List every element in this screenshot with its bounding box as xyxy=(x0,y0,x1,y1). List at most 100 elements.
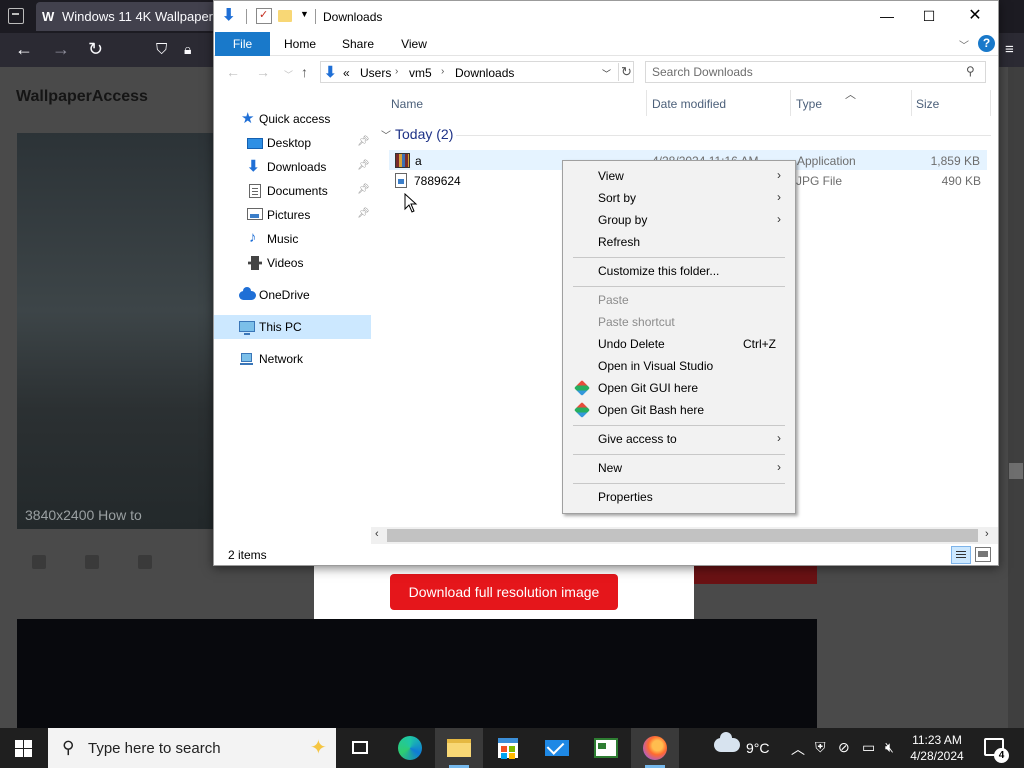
network-disconnected-icon[interactable]: ⊘ xyxy=(838,739,850,756)
menu-item-paste-shortcut[interactable]: Paste shortcut xyxy=(565,311,793,333)
taskbar-news[interactable] xyxy=(582,728,630,768)
taskbar-firefox[interactable] xyxy=(631,728,679,768)
column-header-date-modified[interactable]: Date modified xyxy=(652,97,726,111)
twitter-icon[interactable] xyxy=(138,555,152,569)
new-folder-icon[interactable] xyxy=(278,10,292,22)
column-divider[interactable] xyxy=(790,90,791,116)
tab-home[interactable]: Home xyxy=(276,32,324,56)
pin-icon[interactable]: 📌︎ xyxy=(357,136,370,147)
group-header-today[interactable]: ﹀ Today (2) xyxy=(381,126,453,142)
large-icons-view-icon[interactable] xyxy=(975,547,991,562)
menu-item-new[interactable]: New › xyxy=(565,457,793,479)
forward-icon[interactable]: → xyxy=(256,64,270,80)
collapse-group-icon[interactable]: ﹀ xyxy=(381,131,391,142)
page-scrollbar-thumb[interactable] xyxy=(1009,463,1023,479)
breadcrumb-overflow[interactable]: « xyxy=(343,66,350,80)
breadcrumb-vm5[interactable]: vm5 xyxy=(409,66,432,80)
column-header-type[interactable]: Type xyxy=(796,97,822,111)
properties-icon[interactable] xyxy=(256,8,272,24)
pin-icon[interactable]: 📌︎ xyxy=(357,184,370,195)
help-icon[interactable]: ? xyxy=(978,35,995,52)
breadcrumb-separator-icon[interactable]: › xyxy=(441,66,444,77)
taskbar-search-box[interactable]: ⚲ Type here to search ✦ xyxy=(48,728,336,768)
customize-toolbar-icon[interactable]: ▼ xyxy=(300,9,316,25)
wallpaper-thumbnail[interactable] xyxy=(17,619,817,728)
browser-tab[interactable]: W Windows 11 4K Wallpapers - xyxy=(36,2,216,31)
sidebar-item-network[interactable]: Network xyxy=(214,347,371,371)
column-divider[interactable] xyxy=(646,90,647,116)
menu-item-paste[interactable]: Paste xyxy=(565,289,793,311)
pin-icon[interactable]: 📌︎ xyxy=(357,160,370,171)
wallpaper-image[interactable] xyxy=(17,133,217,529)
search-input[interactable] xyxy=(652,65,952,79)
horizontal-scrollbar[interactable]: ‹ › xyxy=(371,527,998,544)
menu-item-customize-folder[interactable]: Customize this folder... xyxy=(565,260,793,282)
facebook-icon[interactable] xyxy=(32,555,46,569)
scroll-left-icon[interactable]: ‹ xyxy=(375,528,379,540)
menu-icon[interactable]: ≡ xyxy=(1005,41,1014,58)
menu-item-refresh[interactable]: Refresh xyxy=(565,231,793,253)
column-header-size[interactable]: Size xyxy=(916,97,939,111)
forward-icon[interactable]: → xyxy=(52,39,70,60)
menu-item-view[interactable]: View › xyxy=(565,165,793,187)
show-hidden-icons-icon[interactable]: ︿ xyxy=(791,739,805,759)
recent-locations-icon[interactable]: ﹀ xyxy=(284,68,293,81)
sidebar-item-desktop[interactable]: Desktop 📌︎ xyxy=(214,131,371,155)
address-history-icon[interactable]: ﹀ xyxy=(602,67,611,80)
sidebar-item-music[interactable]: ♪ Music xyxy=(214,227,371,251)
pinterest-icon[interactable] xyxy=(85,555,99,569)
weather-cloud-icon[interactable] xyxy=(714,732,740,752)
menu-item-properties[interactable]: Properties xyxy=(565,486,793,508)
horizontal-scrollbar-thumb[interactable] xyxy=(387,529,978,542)
sidebar-item-videos[interactable]: Videos xyxy=(214,251,371,275)
sidebar-item-documents[interactable]: Documents 📌︎ xyxy=(214,179,371,203)
breadcrumb-downloads[interactable]: Downloads xyxy=(455,66,514,80)
tab-view[interactable]: View xyxy=(390,32,438,56)
windows-start-icon[interactable] xyxy=(15,740,32,757)
menu-item-git-bash[interactable]: Open Git Bash here xyxy=(565,399,793,421)
up-icon[interactable]: ↑ xyxy=(301,64,308,80)
back-icon[interactable]: ← xyxy=(226,64,240,80)
taskbar-clock[interactable]: 11:23 AM 4/28/2024 xyxy=(906,732,968,764)
back-icon[interactable]: ← xyxy=(15,39,33,60)
background-download-button[interactable] xyxy=(694,565,817,584)
search-box[interactable]: ⚲ xyxy=(645,61,986,83)
sidebar-item-downloads[interactable]: ⬇ Downloads 📌︎ xyxy=(214,155,371,179)
explorer-title-bar[interactable]: ⬇ ▼ Downloads — ☐ ✕ xyxy=(214,1,998,32)
site-title[interactable]: WallpaperAccess xyxy=(16,88,148,106)
menu-item-group-by[interactable]: Group by › xyxy=(565,209,793,231)
taskbar-file-explorer[interactable] xyxy=(435,728,483,768)
column-header-name[interactable]: Name xyxy=(391,97,423,111)
pin-icon[interactable]: 📌︎ xyxy=(357,208,370,219)
search-highlight-icon[interactable]: ✦ xyxy=(310,735,327,760)
tab-file[interactable]: File xyxy=(215,32,270,56)
menu-item-give-access[interactable]: Give access to › xyxy=(565,428,793,450)
sidebar-item-onedrive[interactable]: OneDrive xyxy=(214,283,371,307)
menu-item-sort-by[interactable]: Sort by › xyxy=(565,187,793,209)
security-shield-icon[interactable]: ⛨ xyxy=(815,739,826,756)
display-icon[interactable]: ▭ xyxy=(862,739,875,756)
lock-icon[interactable]: 🔒︎ xyxy=(184,41,191,58)
menu-item-open-visual-studio[interactable]: Open in Visual Studio xyxy=(565,355,793,377)
taskbar-mail[interactable] xyxy=(533,728,581,768)
download-full-resolution-button[interactable]: Download full resolution image xyxy=(390,574,618,610)
page-scrollbar[interactable] xyxy=(1008,67,1024,728)
sidebar-item-pictures[interactable]: Pictures 📌︎ xyxy=(214,203,371,227)
breadcrumb-separator-icon[interactable]: › xyxy=(395,66,398,77)
tracking-shield-icon[interactable]: ⛉ xyxy=(156,41,167,58)
reload-icon[interactable]: ↻ xyxy=(88,39,103,60)
minimize-icon[interactable]: — xyxy=(864,1,910,32)
menu-item-undo-delete[interactable]: Undo Delete Ctrl+Z xyxy=(565,333,793,355)
taskbar-task-view[interactable] xyxy=(336,728,384,768)
taskbar-store[interactable] xyxy=(484,728,532,768)
column-divider[interactable] xyxy=(911,90,912,116)
close-icon[interactable]: ✕ xyxy=(952,1,998,32)
expand-ribbon-icon[interactable]: ﹀ xyxy=(959,37,969,52)
tab-list-icon[interactable] xyxy=(8,8,24,24)
refresh-icon[interactable]: ↻ xyxy=(618,63,634,81)
breadcrumb-users[interactable]: Users xyxy=(360,66,391,80)
taskbar-edge[interactable] xyxy=(386,728,434,768)
scroll-right-icon[interactable]: › xyxy=(985,528,989,540)
menu-item-git-gui[interactable]: Open Git GUI here xyxy=(565,377,793,399)
tab-share[interactable]: Share xyxy=(334,32,382,56)
